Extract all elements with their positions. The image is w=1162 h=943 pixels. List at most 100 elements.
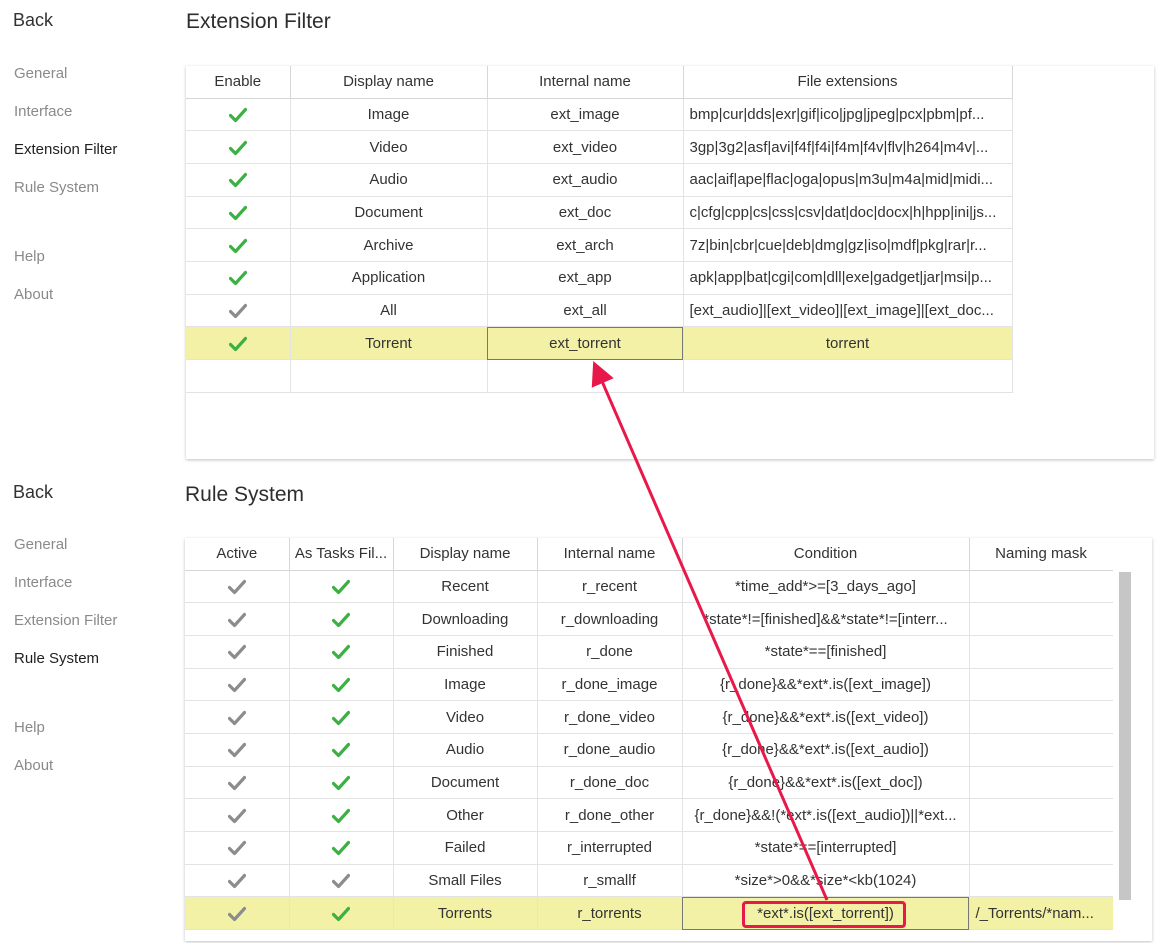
file-extensions-cell[interactable]: bmp|cur|dds|exr|gif|ico|jpg|jpeg|pcx|pbm… (683, 98, 1013, 132)
enable-checkbox[interactable] (186, 98, 291, 132)
column-header-condition[interactable]: Condition (682, 538, 970, 571)
internal-name-cell[interactable]: ext_image (487, 98, 684, 132)
internal-name-cell[interactable]: ext_app (487, 261, 684, 295)
table-row[interactable]: Torrents r_torrents *ext*.is([ext_torrent]… (185, 896, 1114, 931)
display-name-cell[interactable]: Torrent (290, 326, 488, 360)
display-name-cell[interactable]: Small Files (393, 864, 538, 898)
internal-name-cell[interactable]: r_done (537, 635, 683, 669)
column-header-enable[interactable]: Enable (186, 66, 291, 99)
file-extensions-cell[interactable]: [ext_audio]|[ext_video]|[ext_image]|[ext… (683, 294, 1013, 328)
enable-checkbox[interactable] (186, 196, 291, 230)
naming-mask-cell[interactable] (969, 570, 1114, 604)
display-name-cell[interactable]: All (290, 294, 488, 328)
internal-name-cell[interactable]: ext_torrent (487, 326, 684, 360)
internal-name-cell[interactable]: r_torrents (537, 896, 683, 931)
naming-mask-cell[interactable] (969, 635, 1114, 669)
column-header-active[interactable]: Active (185, 538, 290, 571)
vertical-scrollbar[interactable] (1113, 538, 1139, 941)
display-name-cell[interactable]: Document (290, 196, 488, 230)
table-row[interactable]: Small Files r_smallf *size*>0&&*size*<kb(1… (185, 864, 1114, 898)
empty-cell[interactable] (186, 359, 291, 393)
display-name-cell[interactable]: Image (290, 98, 488, 132)
table-row[interactable]: Video ext_video 3gp|3g2|asf|avi|f4f|f4i|f4… (186, 130, 1013, 164)
table-row[interactable]: Recent r_recent *time_add*>=[3_days_ago] (185, 570, 1114, 604)
internal-name-cell[interactable]: r_done_other (537, 798, 683, 832)
condition-cell[interactable]: *size*>0&&*size*<kb(1024) (682, 864, 970, 898)
internal-name-cell[interactable]: r_done_video (537, 700, 683, 734)
sidebar-item-interface[interactable]: Interface (14, 93, 117, 131)
sidebar-item-help[interactable]: Help (14, 238, 117, 276)
scrollbar-thumb[interactable] (1119, 572, 1131, 900)
table-row[interactable]: Torrent ext_torrent torrent (186, 326, 1013, 360)
internal-name-cell[interactable]: r_recent (537, 570, 683, 604)
table-row[interactable]: Audio ext_audio aac|aif|ape|flac|oga|opus|… (186, 163, 1013, 197)
internal-name-cell[interactable]: r_done_image (537, 668, 683, 702)
as-tasks-filter-checkbox[interactable] (289, 570, 394, 604)
naming-mask-cell[interactable] (969, 700, 1114, 734)
internal-name-cell[interactable]: ext_arch (487, 228, 684, 262)
file-extensions-cell[interactable]: 7z|bin|cbr|cue|deb|dmg|gz|iso|mdf|pkg|ra… (683, 228, 1013, 262)
display-name-cell[interactable]: Audio (290, 163, 488, 197)
display-name-cell[interactable]: Application (290, 261, 488, 295)
internal-name-cell[interactable]: r_done_audio (537, 733, 683, 767)
enable-checkbox[interactable] (186, 326, 291, 360)
condition-cell[interactable]: {r_done}&&!(*ext*.is([ext_audio])||*ext.… (682, 798, 970, 832)
table-row[interactable]: Image r_done_image {r_done}&&*ext*.is([ext… (185, 668, 1114, 702)
file-extensions-cell[interactable]: aac|aif|ape|flac|oga|opus|m3u|m4a|mid|mi… (683, 163, 1013, 197)
internal-name-cell[interactable]: r_downloading (537, 602, 683, 636)
sidebar-item-extension-filter[interactable]: Extension Filter (14, 602, 117, 640)
column-header-display-name[interactable]: Display name (393, 538, 538, 571)
as-tasks-filter-checkbox[interactable] (289, 733, 394, 767)
display-name-cell[interactable]: Recent (393, 570, 538, 604)
naming-mask-cell[interactable] (969, 864, 1114, 898)
naming-mask-cell[interactable] (969, 733, 1114, 767)
table-row[interactable]: Video r_done_video {r_done}&&*ext*.is([ext… (185, 700, 1114, 734)
display-name-cell[interactable]: Video (290, 130, 488, 164)
naming-mask-cell[interactable] (969, 831, 1114, 865)
active-checkbox[interactable] (185, 864, 290, 898)
table-row[interactable]: Document ext_doc c|cfg|cpp|cs|css|csv|dat|… (186, 196, 1013, 230)
display-name-cell[interactable]: Torrents (393, 896, 538, 931)
active-checkbox[interactable] (185, 668, 290, 702)
internal-name-cell[interactable]: r_smallf (537, 864, 683, 898)
active-checkbox[interactable] (185, 602, 290, 636)
internal-name-cell[interactable]: ext_video (487, 130, 684, 164)
display-name-cell[interactable]: Image (393, 668, 538, 702)
column-header-naming-mask[interactable]: Naming mask (969, 538, 1114, 571)
file-extensions-cell[interactable]: apk|app|bat|cgi|com|dll|exe|gadget|jar|m… (683, 261, 1013, 295)
enable-checkbox[interactable] (186, 130, 291, 164)
condition-cell[interactable]: {r_done}&&*ext*.is([ext_video]) (682, 700, 970, 734)
table-row[interactable]: Downloading r_downloading *state*!=[finish… (185, 602, 1114, 636)
sidebar-item-about[interactable]: About (14, 276, 117, 314)
condition-cell[interactable]: *time_add*>=[3_days_ago] (682, 570, 970, 604)
condition-cell[interactable]: *state*==[finished] (682, 635, 970, 669)
empty-cell[interactable] (290, 359, 488, 393)
naming-mask-cell[interactable] (969, 668, 1114, 702)
active-checkbox[interactable] (185, 798, 290, 832)
display-name-cell[interactable]: Archive (290, 228, 488, 262)
display-name-cell[interactable]: Downloading (393, 602, 538, 636)
empty-cell[interactable] (487, 359, 684, 393)
sidebar-item-interface[interactable]: Interface (14, 564, 117, 602)
column-header-file-extensions[interactable]: File extensions (683, 66, 1013, 99)
display-name-cell[interactable]: Other (393, 798, 538, 832)
as-tasks-filter-checkbox[interactable] (289, 798, 394, 832)
sidebar-item-extension-filter[interactable]: Extension Filter (14, 131, 117, 169)
enable-checkbox[interactable] (186, 163, 291, 197)
condition-cell[interactable]: *state*!=[finished]&&*state*!=[interr... (682, 602, 970, 636)
table-row[interactable]: Other r_done_other {r_done}&&!(*ext*.is([e… (185, 798, 1114, 832)
internal-name-cell[interactable]: ext_doc (487, 196, 684, 230)
as-tasks-filter-checkbox[interactable] (289, 831, 394, 865)
as-tasks-filter-checkbox[interactable] (289, 635, 394, 669)
naming-mask-cell[interactable] (969, 798, 1114, 832)
column-header-display-name[interactable]: Display name (290, 66, 488, 99)
file-extensions-cell[interactable]: torrent (683, 326, 1013, 360)
naming-mask-cell[interactable] (969, 602, 1114, 636)
file-extensions-cell[interactable]: 3gp|3g2|asf|avi|f4f|f4i|f4m|f4v|flv|h264… (683, 130, 1013, 164)
table-row[interactable]: Application ext_app apk|app|bat|cgi|com|dl… (186, 261, 1013, 295)
internal-name-cell[interactable]: r_interrupted (537, 831, 683, 865)
condition-cell[interactable]: *state*==[interrupted] (682, 831, 970, 865)
internal-name-cell[interactable]: r_done_doc (537, 766, 683, 800)
enable-checkbox[interactable] (186, 228, 291, 262)
enable-checkbox[interactable] (186, 294, 291, 328)
